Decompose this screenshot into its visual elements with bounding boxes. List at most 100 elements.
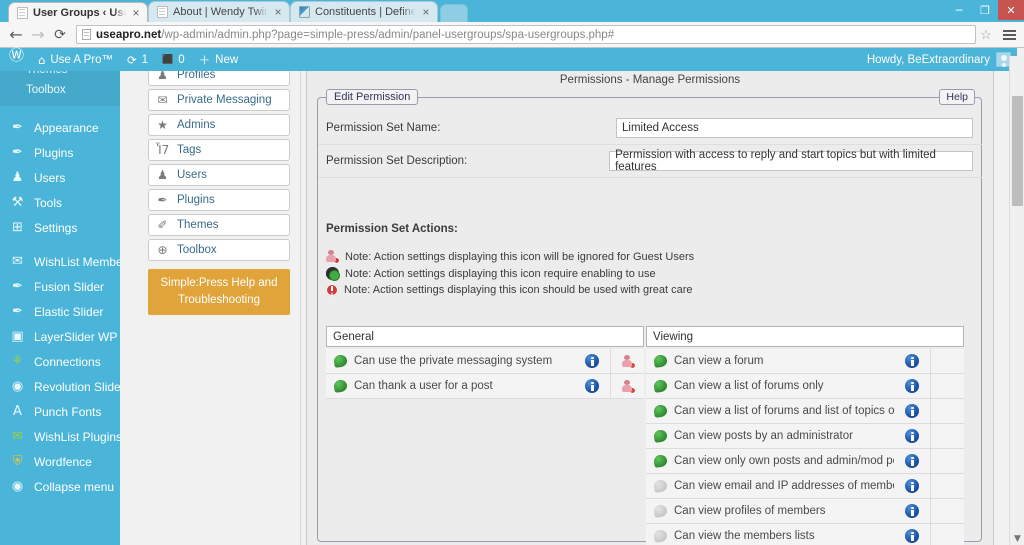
sidebar-subitem-toolbox[interactable]: Toolbox xyxy=(0,80,120,100)
sidebar-item-elastic-slider[interactable]: ✒ Elastic Slider xyxy=(0,299,120,324)
scrollbar-thumb[interactable] xyxy=(1012,96,1023,206)
info-icon[interactable] xyxy=(894,504,930,518)
sidebar-item-label: WishList Plugins xyxy=(34,429,120,444)
browser-tab-1[interactable]: About | Wendy Twine | Ho × xyxy=(148,1,290,22)
row-extra-slot xyxy=(930,498,964,524)
sidebar-item-plugins[interactable]: ✒ Plugins xyxy=(0,140,120,165)
spnav-item-admins[interactable]: ★ Admins xyxy=(148,114,290,136)
sidebar-item-punch-fonts[interactable]: A Punch Fonts xyxy=(0,399,120,424)
table-row[interactable]: Can view posts by an administrator xyxy=(646,423,964,449)
status-badge[interactable] xyxy=(326,354,354,368)
adminbar-new[interactable]: ＋ New xyxy=(192,48,246,71)
info-icon[interactable] xyxy=(894,379,930,393)
tab-close-icon[interactable]: × xyxy=(271,5,285,19)
envelope-icon: ✉ xyxy=(157,93,168,107)
permission-label: Can view a list of forums and list of to… xyxy=(674,405,894,417)
status-badge[interactable] xyxy=(646,404,674,418)
permission-label: Can view profiles of members xyxy=(674,505,826,517)
browser-tab-0[interactable]: User Groups ‹ Use A Pro™ × xyxy=(8,2,148,22)
adminbar-site-name[interactable]: ⌂ Use A Pro™ xyxy=(31,48,120,71)
table-row[interactable]: Can view email and IP addresses of membe… xyxy=(646,473,964,499)
font-icon: A xyxy=(13,404,22,419)
table-row[interactable]: Can view only own posts and admin/mod po… xyxy=(646,448,964,474)
sidebar-item-revolution-slider[interactable]: ◉ Revolution Slider xyxy=(0,374,120,399)
status-badge[interactable] xyxy=(646,454,674,468)
bookmark-star-icon[interactable]: ☆ xyxy=(976,27,996,43)
page-scrollbar[interactable]: ▼ xyxy=(1009,56,1024,545)
back-icon[interactable]: ← xyxy=(6,25,26,45)
sidebar-item-connections[interactable]: ⚘ Connections xyxy=(0,349,120,374)
site-name-label: Use A Pro™ xyxy=(50,53,113,66)
status-badge[interactable] xyxy=(646,379,674,393)
sidebar-item-fusion-slider[interactable]: ✒ Fusion Slider xyxy=(0,274,120,299)
adminbar-updates[interactable]: ⟳ 1 xyxy=(120,48,155,71)
status-badge[interactable] xyxy=(646,479,674,493)
permission-set-description-input[interactable]: Permission with access to reply and star… xyxy=(609,149,973,173)
sidebar-item-wishlist-member[interactable]: ✉ WishList Member xyxy=(0,249,120,274)
info-icon[interactable] xyxy=(894,529,930,543)
adminbar-account[interactable]: Howdy, BeExtraordinary xyxy=(867,52,1017,67)
tab-close-icon[interactable]: × xyxy=(129,6,143,20)
help-button[interactable]: Help xyxy=(939,89,975,105)
status-badge[interactable] xyxy=(646,504,674,518)
maximize-icon[interactable]: ❐ xyxy=(972,0,998,20)
reload-icon[interactable]: ⟳ xyxy=(50,25,70,45)
info-icon[interactable] xyxy=(574,354,610,368)
wordpress-logo-icon[interactable]: Ⓦ xyxy=(0,48,31,71)
paintroller-icon: ✐ xyxy=(157,218,168,232)
table-row[interactable]: Can view a list of forums only xyxy=(646,373,964,399)
forward-icon[interactable]: → xyxy=(28,25,48,45)
adminbar-comments[interactable]: ⬛ 0 xyxy=(155,48,192,71)
note-great-care: Note: Action settings displaying this ic… xyxy=(326,284,693,296)
sidebar-item-layerslider-wp[interactable]: ▣ LayerSlider WP xyxy=(0,324,120,349)
sidebar-item-tools[interactable]: ⚒ Tools xyxy=(0,190,120,215)
sidebar-item-label: Wordfence xyxy=(34,454,92,469)
info-icon[interactable] xyxy=(894,454,930,468)
spnav-item-label: Toolbox xyxy=(177,244,217,256)
spnav-item-users[interactable]: ♟ Users xyxy=(148,164,290,186)
status-badge[interactable] xyxy=(646,429,674,443)
status-badge[interactable] xyxy=(646,529,674,543)
info-icon[interactable] xyxy=(894,479,930,493)
browser-menu-icon[interactable] xyxy=(1000,29,1018,40)
comments-count: 0 xyxy=(178,53,185,66)
tab-close-icon[interactable]: × xyxy=(419,5,433,19)
scroll-down-arrow-icon[interactable]: ▼ xyxy=(1010,534,1024,544)
status-badge[interactable] xyxy=(646,354,674,368)
table-row[interactable]: Can view a list of forums and list of to… xyxy=(646,398,964,424)
sidebar-item-appearance[interactable]: ✒ Appearance xyxy=(0,115,120,140)
guest-user-icon xyxy=(326,250,340,264)
table-row[interactable]: Can view a forum xyxy=(646,348,964,374)
sidebar-item-users[interactable]: ♟ Users xyxy=(0,165,120,190)
table-row[interactable]: Can thank a user for a post xyxy=(326,373,644,399)
close-icon[interactable]: ✕ xyxy=(998,0,1024,20)
browser-tab-2[interactable]: Constituents | Define Con × xyxy=(290,1,438,22)
wrench-icon: ⚒ xyxy=(11,195,24,210)
table-row[interactable]: Can view the members lists xyxy=(646,523,964,545)
minimize-icon[interactable]: ─ xyxy=(946,0,972,20)
spnav-item-toolbox[interactable]: ⊕ Toolbox xyxy=(148,239,290,261)
sidebar-item-wordfence[interactable]: ⛨ Wordfence xyxy=(0,449,120,474)
info-icon[interactable] xyxy=(574,379,610,393)
sidebar-item-wishlist-plugins[interactable]: ✉ WishList Plugins xyxy=(0,424,120,449)
info-icon[interactable] xyxy=(894,404,930,418)
sidebar-item-settings[interactable]: ⊞ Settings xyxy=(0,215,120,240)
spnav-item-tags[interactable]: Ἷ7 Tags xyxy=(148,139,290,161)
simplepress-nav-list: ♟ Profiles ✉ Private Messaging ★ Admins … xyxy=(120,56,300,315)
new-tab-button[interactable] xyxy=(440,4,468,22)
permission-set-name-row: Permission Set Name: Limited Access xyxy=(318,112,983,145)
spnav-item-themes[interactable]: ✐ Themes xyxy=(148,214,290,236)
info-icon[interactable] xyxy=(894,429,930,443)
simplepress-help-button[interactable]: Simple:Press Help and Troubleshooting xyxy=(148,269,290,315)
sidebar-item-collapse-menu[interactable]: ◉ Collapse menu xyxy=(0,474,120,499)
table-row[interactable]: Can use the private messaging system xyxy=(326,348,644,374)
status-off-icon xyxy=(652,504,668,518)
permission-set-name-input[interactable]: Limited Access xyxy=(616,118,973,138)
spnav-item-plugins[interactable]: ✒ Plugins xyxy=(148,189,290,211)
address-bar[interactable]: useapro.net/wp-admin/admin.php?page=simp… xyxy=(76,25,976,44)
info-icon[interactable] xyxy=(894,354,930,368)
spnav-item-private-messaging[interactable]: ✉ Private Messaging xyxy=(148,89,290,111)
status-badge[interactable] xyxy=(326,379,354,393)
table-row[interactable]: Can view profiles of members xyxy=(646,498,964,524)
main-content: Permissions Permissions - Manage Permiss… xyxy=(300,56,1017,545)
